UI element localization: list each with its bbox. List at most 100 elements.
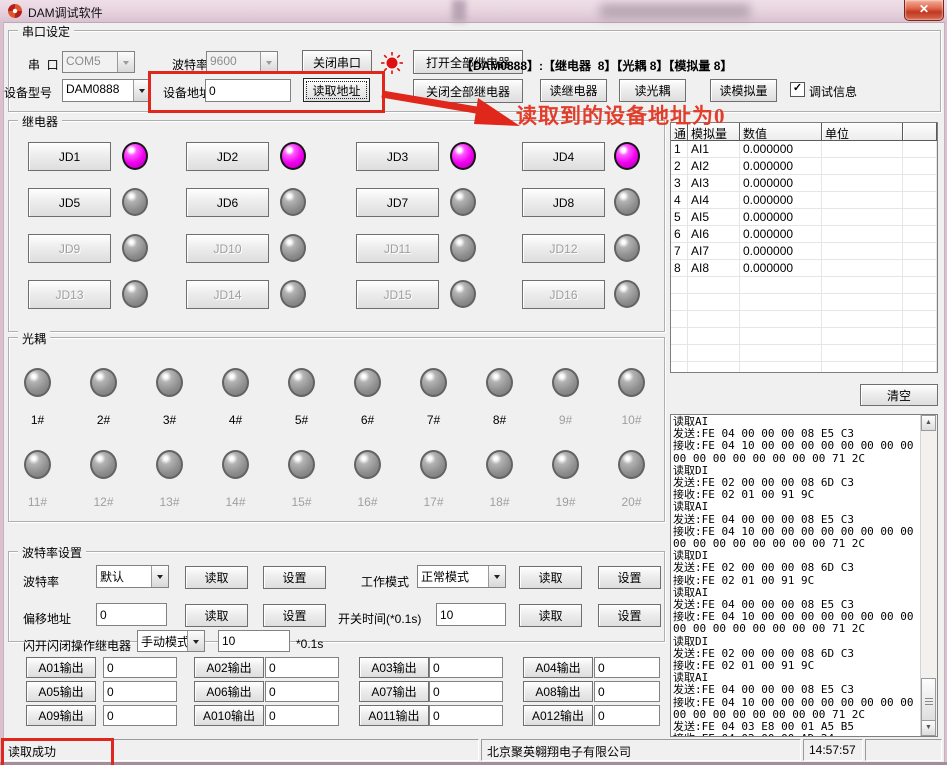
log-scrollbar[interactable]: ▲ ▼ [920, 415, 937, 736]
table-row[interactable]: 6AI60.000000 [671, 226, 937, 243]
read-relays-button[interactable]: 读继电器 [540, 79, 607, 102]
analog-table-header-cell[interactable]: 单位 [822, 123, 903, 141]
debug-info-checkbox[interactable]: ✓ [790, 82, 805, 97]
annotation-box-read-address [148, 71, 385, 113]
relay-led-1 [122, 142, 148, 170]
read-opto-button[interactable]: 读光耦 [619, 79, 686, 102]
output-value-input-1[interactable] [103, 657, 177, 678]
table-row[interactable]: 2AI20.000000 [671, 158, 937, 175]
output-value-input-3[interactable] [429, 657, 503, 678]
output-button-a012输出[interactable]: A012输出 [523, 705, 593, 726]
flash-time-input[interactable] [218, 630, 290, 652]
table-cell [822, 294, 903, 311]
output-value-input-5[interactable] [103, 681, 177, 702]
table-row [671, 362, 937, 373]
opto-label-1: 1# [11, 413, 64, 427]
relay-button-jd13[interactable]: JD13 [28, 280, 111, 309]
analog-table-header-cell[interactable]: 数值 [740, 123, 822, 141]
clear-log-button[interactable]: 清空 [860, 384, 938, 406]
output-value-input-10[interactable] [265, 705, 339, 726]
switch-time-set-button[interactable]: 设置 [598, 604, 661, 627]
device-model-select[interactable]: DAM0888 [62, 79, 151, 102]
output-button-a04输出[interactable]: A04输出 [523, 657, 593, 678]
output-value-input-2[interactable] [265, 657, 339, 678]
baud-set-button[interactable]: 设置 [263, 566, 326, 589]
offset-address-input[interactable] [96, 603, 167, 626]
baud-rate-select[interactable]: 9600 [206, 51, 278, 73]
output-button-a011输出[interactable]: A011输出 [359, 705, 429, 726]
output-button-a010输出[interactable]: A010输出 [194, 705, 264, 726]
output-button-a07输出[interactable]: A07输出 [359, 681, 429, 702]
table-cell [671, 328, 688, 345]
output-value-input-9[interactable] [103, 705, 177, 726]
relay-button-jd3[interactable]: JD3 [356, 142, 439, 171]
relay-button-jd15[interactable]: JD15 [356, 280, 439, 309]
relay-button-jd14[interactable]: JD14 [186, 280, 269, 309]
offset-read-button[interactable]: 读取 [185, 604, 248, 627]
table-cell [740, 345, 822, 362]
relay-button-jd16[interactable]: JD16 [522, 280, 605, 309]
opto-label-19: 19# [539, 495, 592, 509]
relay-button-jd1[interactable]: JD1 [28, 142, 111, 171]
table-row[interactable]: 8AI80.000000 [671, 260, 937, 277]
output-value-input-7[interactable] [429, 681, 503, 702]
work-mode-select[interactable]: 正常模式 [417, 565, 506, 588]
dropdown-arrow-icon [117, 52, 134, 72]
relay-button-jd2[interactable]: JD2 [186, 142, 269, 171]
close-button[interactable]: ✕ [904, 0, 944, 21]
offset-address-label: 偏移地址 [23, 610, 71, 627]
relay-button-jd7[interactable]: JD7 [356, 188, 439, 217]
output-button-a06输出[interactable]: A06输出 [194, 681, 264, 702]
output-value-input-12[interactable] [594, 705, 660, 726]
opto-led-15 [288, 450, 315, 479]
work-mode-set-button[interactable]: 设置 [598, 566, 661, 589]
work-mode-read-button[interactable]: 读取 [519, 566, 582, 589]
device-info-text: 【DAM0888】:【继电器 8】【光耦 8】【模拟量 8】 [461, 57, 732, 74]
output-button-a01输出[interactable]: A01输出 [26, 657, 96, 678]
relay-button-jd12[interactable]: JD12 [522, 234, 605, 263]
table-cell [903, 311, 937, 328]
scrollbar-thumb[interactable] [921, 678, 936, 724]
table-row[interactable]: 7AI70.000000 [671, 243, 937, 260]
output-value-input-8[interactable] [594, 681, 660, 702]
analog-table-header-cell[interactable] [903, 123, 937, 141]
relay-button-jd9[interactable]: JD9 [28, 234, 111, 263]
table-row[interactable]: 5AI50.000000 [671, 209, 937, 226]
scroll-up-icon[interactable]: ▲ [921, 415, 936, 431]
output-button-a08输出[interactable]: A08输出 [523, 681, 593, 702]
flash-mode-value: 手动模式 [138, 631, 187, 651]
table-cell [822, 277, 903, 294]
analog-table: 通模拟量数值单位1AI10.0000002AI20.0000003AI30.00… [670, 122, 938, 373]
offset-set-button[interactable]: 设置 [263, 604, 326, 627]
output-value-input-11[interactable] [429, 705, 503, 726]
relay-button-jd4[interactable]: JD4 [522, 142, 605, 171]
relay-button-jd10[interactable]: JD10 [186, 234, 269, 263]
output-button-a05输出[interactable]: A05输出 [26, 681, 96, 702]
output-button-a09输出[interactable]: A09输出 [26, 705, 96, 726]
relay-button-jd8[interactable]: JD8 [522, 188, 605, 217]
switch-time-read-button[interactable]: 读取 [519, 604, 582, 627]
table-cell [822, 260, 903, 277]
switch-time-input[interactable] [436, 603, 506, 626]
output-button-a02输出[interactable]: A02输出 [194, 657, 264, 678]
opto-label-5: 5# [275, 413, 328, 427]
relay-button-jd11[interactable]: JD11 [356, 234, 439, 263]
debug-log[interactable]: 读取AI 发送:FE 04 00 00 00 08 E5 C3 接收:FE 04… [670, 414, 938, 737]
baud-setting-select[interactable]: 默认 [96, 565, 169, 588]
relay-button-jd5[interactable]: JD5 [28, 188, 111, 217]
flash-mode-select[interactable]: 手动模式 [137, 630, 205, 652]
output-value-input-6[interactable] [265, 681, 339, 702]
relay-button-jd6[interactable]: JD6 [186, 188, 269, 217]
table-row[interactable]: 3AI30.000000 [671, 175, 937, 192]
table-cell [822, 158, 903, 175]
table-row[interactable]: 1AI10.000000 [671, 141, 937, 158]
output-button-a03输出[interactable]: A03输出 [359, 657, 429, 678]
output-value-input-4[interactable] [594, 657, 660, 678]
baud-read-button[interactable]: 读取 [185, 566, 248, 589]
table-row[interactable]: 4AI40.000000 [671, 192, 937, 209]
com-port-select[interactable]: COM5 [62, 51, 135, 73]
read-analog-button[interactable]: 读模拟量 [710, 79, 777, 102]
dropdown-arrow-icon [488, 566, 505, 587]
scroll-down-icon[interactable]: ▼ [921, 720, 936, 736]
relay-led-16 [614, 280, 640, 308]
